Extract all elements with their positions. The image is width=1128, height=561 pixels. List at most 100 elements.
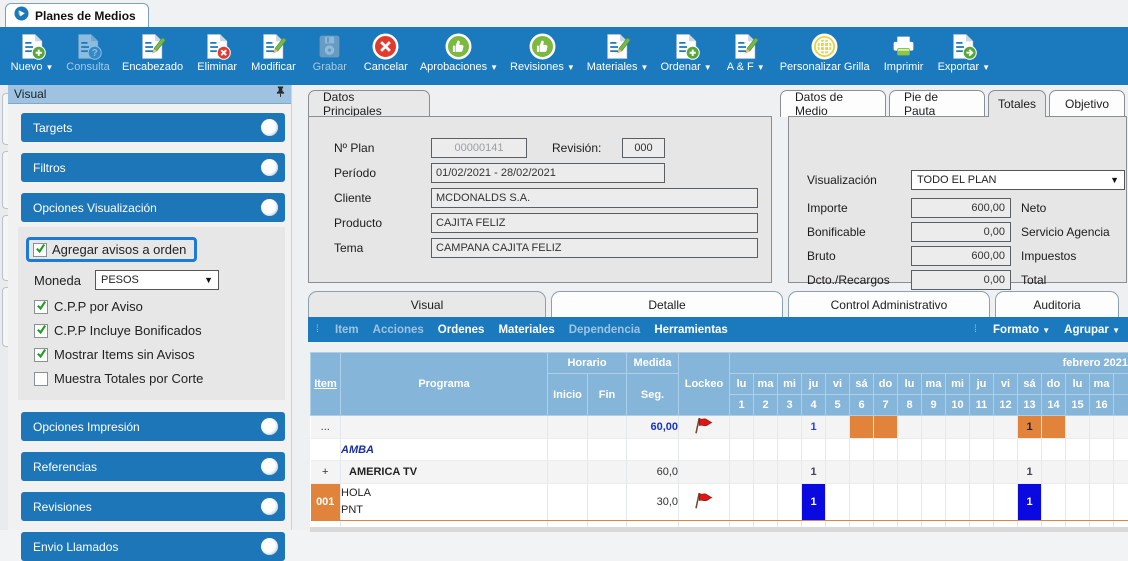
day-cell[interactable] bbox=[826, 416, 850, 439]
day-cell[interactable] bbox=[730, 461, 754, 484]
toolbar-button-personalizar-grilla[interactable]: Personalizar Grilla bbox=[774, 30, 876, 75]
day-cell[interactable] bbox=[994, 439, 1018, 461]
day-cell[interactable] bbox=[1066, 416, 1090, 439]
tab-datos-principales[interactable]: Datos Principales bbox=[308, 90, 430, 117]
day-cell[interactable] bbox=[946, 439, 970, 461]
section-toggle-icon[interactable] bbox=[261, 498, 278, 515]
day-cell[interactable] bbox=[826, 484, 850, 521]
day-cell[interactable] bbox=[922, 461, 946, 484]
day-cell[interactable] bbox=[1042, 484, 1066, 521]
item-cell[interactable]: + bbox=[311, 461, 341, 484]
programa-cell[interactable] bbox=[341, 416, 548, 439]
section-toggle-icon[interactable] bbox=[261, 418, 278, 435]
day-cell[interactable] bbox=[730, 439, 754, 461]
day-cell[interactable] bbox=[778, 439, 802, 461]
totales-value-field[interactable]: 600,00 bbox=[911, 198, 1011, 218]
grid-menu-herramientas[interactable]: Herramientas bbox=[654, 324, 728, 336]
fin-cell[interactable] bbox=[588, 461, 627, 484]
item-cell[interactable] bbox=[311, 439, 341, 461]
item-cell[interactable]: ... bbox=[311, 416, 341, 439]
day-cell[interactable] bbox=[754, 439, 778, 461]
day-cell[interactable] bbox=[874, 439, 898, 461]
day-cell[interactable] bbox=[946, 416, 970, 439]
item-cell[interactable]: 001 bbox=[311, 484, 341, 521]
day-cell[interactable] bbox=[922, 484, 946, 521]
day-cell[interactable] bbox=[826, 461, 850, 484]
workspace-tab-auditoria[interactable]: Auditoria bbox=[995, 291, 1119, 317]
day-cell[interactable] bbox=[994, 461, 1018, 484]
day-cell[interactable] bbox=[1042, 416, 1066, 439]
day-cell[interactable] bbox=[874, 461, 898, 484]
lockeo-cell[interactable] bbox=[679, 416, 730, 439]
day-cell[interactable] bbox=[850, 439, 874, 461]
workspace-tab-control-administrativo[interactable]: Control Administrativo bbox=[788, 291, 990, 317]
fin-cell[interactable] bbox=[588, 484, 627, 521]
toolbar-button-imprimir[interactable]: Imprimir bbox=[876, 30, 932, 75]
day-cell[interactable] bbox=[1018, 439, 1042, 461]
cliente-field[interactable]: MCDONALDS S.A. bbox=[431, 188, 758, 208]
drag-grip-icon[interactable]: ⁞ bbox=[974, 325, 979, 334]
day-cell[interactable] bbox=[754, 416, 778, 439]
day-cell[interactable] bbox=[898, 439, 922, 461]
toolbar-button-cancelar[interactable]: Cancelar bbox=[358, 30, 414, 75]
tab-pie-de-pauta[interactable]: Pie de Pauta bbox=[889, 90, 985, 117]
day-cell[interactable] bbox=[994, 484, 1018, 521]
day-cell[interactable] bbox=[1090, 461, 1114, 484]
checkbox-checked[interactable] bbox=[34, 324, 48, 338]
day-cell[interactable] bbox=[922, 439, 946, 461]
totales-value-field[interactable]: 600,00 bbox=[911, 246, 1011, 266]
lockeo-cell[interactable] bbox=[679, 461, 730, 484]
day-cell[interactable] bbox=[1066, 439, 1090, 461]
programa-cell[interactable]: AMERICA TV bbox=[341, 461, 548, 484]
document-tab-planes-de-medios[interactable]: Planes de Medios bbox=[5, 3, 149, 28]
sidebar-section-opciones-visualizaci-n[interactable]: Opciones Visualización bbox=[21, 193, 285, 222]
day-cell[interactable] bbox=[826, 439, 850, 461]
seg-cell[interactable]: 30,0 bbox=[627, 484, 679, 521]
day-cell[interactable] bbox=[730, 416, 754, 439]
col-header-item[interactable]: Item bbox=[311, 353, 341, 416]
checkbox-unchecked[interactable] bbox=[34, 372, 48, 386]
day-cell[interactable] bbox=[778, 461, 802, 484]
producto-field[interactable]: CAJITA FELIZ bbox=[431, 213, 758, 233]
day-cell[interactable] bbox=[730, 484, 754, 521]
day-cell[interactable] bbox=[1066, 461, 1090, 484]
day-cell[interactable] bbox=[1042, 461, 1066, 484]
tab-totales[interactable]: Totales bbox=[988, 90, 1046, 117]
day-cell[interactable]: 1 bbox=[1018, 461, 1042, 484]
toolbar-button-ordenar[interactable]: Ordenar▼ bbox=[654, 30, 717, 75]
day-cell[interactable] bbox=[874, 416, 898, 439]
grid-menu-formato[interactable]: Formato ▼ bbox=[993, 324, 1050, 336]
totales-value-field[interactable]: 0,00 bbox=[911, 270, 1011, 290]
seg-cell[interactable] bbox=[627, 439, 679, 461]
totales-value-field[interactable]: 0,00 bbox=[911, 222, 1011, 242]
inicio-cell[interactable] bbox=[548, 416, 588, 439]
grid-menu-materiales[interactable]: Materiales bbox=[498, 324, 554, 336]
visualizacion-select[interactable]: TODO EL PLAN ▼ bbox=[911, 170, 1125, 190]
day-cell[interactable] bbox=[754, 484, 778, 521]
sidebar-section-revisiones[interactable]: Revisiones bbox=[21, 492, 285, 521]
day-cell[interactable] bbox=[898, 461, 922, 484]
nplan-field[interactable]: 00000141 bbox=[431, 138, 527, 158]
section-toggle-icon[interactable] bbox=[261, 538, 278, 555]
day-cell[interactable]: 1 bbox=[1018, 484, 1042, 521]
toolbar-button-eliminar[interactable]: Eliminar bbox=[189, 30, 245, 75]
seg-cell[interactable]: 60,00 bbox=[627, 416, 679, 439]
day-cell[interactable] bbox=[850, 484, 874, 521]
lockeo-cell[interactable] bbox=[679, 439, 730, 461]
tab-objetivo[interactable]: Objetivo bbox=[1049, 90, 1125, 117]
seg-cell[interactable]: 60,0 bbox=[627, 461, 679, 484]
day-cell[interactable] bbox=[754, 461, 778, 484]
day-cell[interactable] bbox=[970, 461, 994, 484]
day-cell[interactable] bbox=[946, 461, 970, 484]
day-cell[interactable] bbox=[898, 484, 922, 521]
toolbar-button-aprobaciones[interactable]: Aprobaciones▼ bbox=[414, 30, 504, 75]
day-cell[interactable] bbox=[1114, 439, 1128, 461]
day-cell[interactable] bbox=[1114, 416, 1128, 439]
day-cell[interactable] bbox=[1114, 461, 1128, 484]
day-cell[interactable] bbox=[778, 484, 802, 521]
checkbox-checked[interactable] bbox=[34, 348, 48, 362]
day-cell[interactable] bbox=[778, 416, 802, 439]
day-cell[interactable] bbox=[970, 484, 994, 521]
grid-menu-ordenes[interactable]: Ordenes bbox=[438, 324, 485, 336]
toolbar-button-exportar[interactable]: Exportar▼ bbox=[932, 30, 997, 75]
